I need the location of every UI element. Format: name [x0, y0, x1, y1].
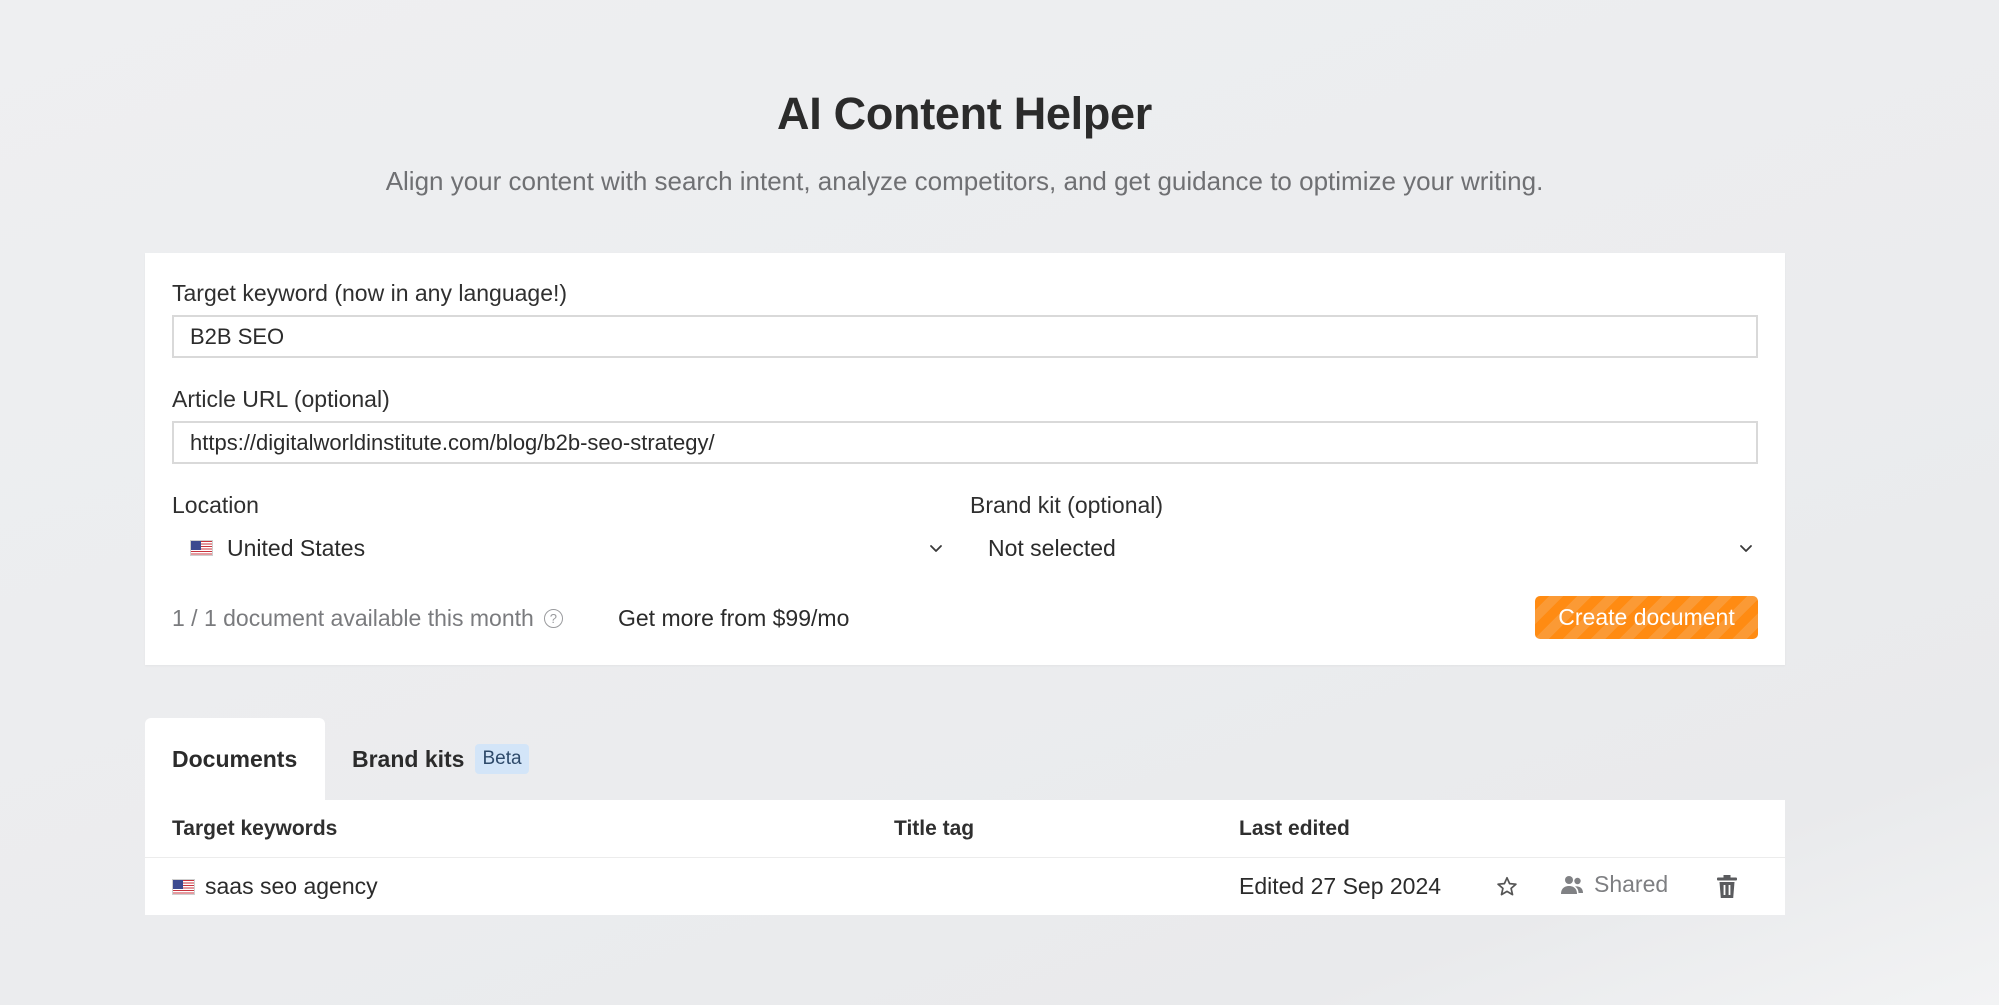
chevron-down-icon	[1740, 545, 1752, 552]
question-circle-icon[interactable]: ?	[543, 609, 563, 628]
article-url-input[interactable]	[172, 421, 1758, 464]
us-flag-icon	[190, 540, 213, 556]
keyword-label: Target keyword (now in any language!)	[172, 280, 568, 306]
documents-table: Target keywords Title tag Last edited sa…	[145, 800, 1785, 915]
table-row[interactable]: saas seo agency Edited 27 Sep 2024 Share…	[145, 857, 1785, 915]
beta-badge: Beta	[475, 744, 529, 774]
article-url-label: Article URL (optional)	[172, 386, 390, 412]
keyword-input[interactable]	[172, 315, 1758, 358]
tab-documents[interactable]: Documents	[145, 718, 325, 800]
page-subtitle: Align your content with search intent, a…	[385, 166, 1544, 196]
shared-label: Shared	[1594, 871, 1669, 897]
quota-text: 1 / 1 document available this month	[172, 605, 534, 631]
column-header-target-keywords[interactable]: Target keywords	[172, 817, 337, 841]
keyword-text: saas seo agency	[205, 873, 378, 899]
tab-brand-kits-label: Brand kits	[352, 745, 465, 772]
tab-documents-label: Documents	[172, 745, 298, 772]
brand-kit-select[interactable]: Not selected	[988, 526, 1756, 570]
keyword-cell[interactable]: saas seo agency	[172, 873, 378, 900]
document-tabs: Documents Brand kits Beta	[145, 718, 529, 800]
last-edited-cell: Edited 27 Sep 2024	[1239, 873, 1442, 899]
brand-kit-value: Not selected	[988, 534, 1116, 561]
document-quota: 1 / 1 document available this month ?	[172, 605, 563, 632]
users-icon	[1561, 875, 1583, 894]
upgrade-link[interactable]: Get more from $99/mo	[618, 605, 849, 632]
tab-brand-kits[interactable]: Brand kits Beta	[325, 718, 529, 800]
shared-toggle[interactable]: Shared	[1560, 871, 1668, 898]
page-title: AI Content Helper	[777, 88, 1152, 139]
us-flag-icon	[172, 878, 195, 895]
brand-kit-label: Brand kit (optional)	[970, 492, 1164, 518]
location-value: United States	[227, 534, 366, 561]
column-header-title-tag[interactable]: Title tag	[894, 817, 974, 841]
star-icon[interactable]	[1495, 875, 1519, 899]
create-document-button[interactable]: Create document	[1535, 596, 1758, 639]
create-document-form: Target keyword (now in any language!) Ar…	[145, 253, 1785, 665]
chevron-down-icon	[930, 545, 942, 552]
column-header-last-edited[interactable]: Last edited	[1239, 817, 1350, 841]
location-select[interactable]: United States	[190, 526, 946, 570]
trash-icon[interactable]	[1716, 874, 1738, 899]
location-label: Location	[172, 492, 259, 518]
